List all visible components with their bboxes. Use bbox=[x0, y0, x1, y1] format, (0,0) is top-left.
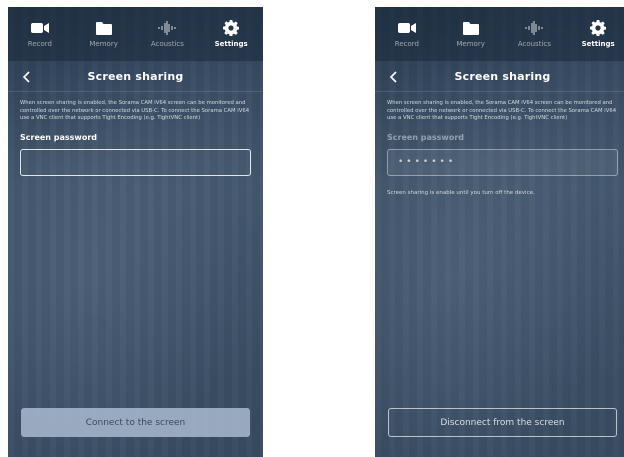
top-nav-bar: Record Memory Acoustics Settings bbox=[8, 7, 263, 62]
nav-settings[interactable]: Settings bbox=[199, 7, 263, 61]
disconnect-button[interactable]: Disconnect from the screen bbox=[388, 408, 617, 437]
waveform-icon bbox=[525, 20, 543, 36]
sharing-status-note: Screen sharing is enable until you turn … bbox=[387, 189, 535, 196]
connect-button[interactable]: Connect to the screen bbox=[21, 408, 250, 437]
chevron-left-icon bbox=[389, 68, 397, 87]
waveform-icon bbox=[158, 20, 176, 36]
screen-sharing-panel-disconnected: Record Memory Acoustics Settings Screen … bbox=[8, 7, 263, 457]
nav-memory-label: Memory bbox=[456, 40, 485, 48]
password-label: Screen password bbox=[20, 132, 97, 142]
chevron-left-icon bbox=[22, 68, 30, 87]
description-text: When screen sharing is enabled, the Sora… bbox=[387, 100, 617, 122]
nav-acoustics[interactable]: Acoustics bbox=[136, 7, 200, 61]
nav-memory[interactable]: Memory bbox=[439, 7, 503, 61]
folder-icon bbox=[462, 20, 479, 36]
folder-icon bbox=[95, 20, 112, 36]
nav-settings-label: Settings bbox=[581, 40, 615, 48]
nav-record[interactable]: Record bbox=[375, 7, 439, 61]
top-nav-bar: Record Memory Acoustics Settings bbox=[375, 7, 624, 62]
nav-record-label: Record bbox=[394, 40, 419, 48]
description-text: When screen sharing is enabled, the Sora… bbox=[20, 100, 250, 122]
nav-settings[interactable]: Settings bbox=[566, 7, 624, 61]
password-label: Screen password bbox=[387, 132, 464, 142]
nav-memory-label: Memory bbox=[89, 40, 118, 48]
back-button[interactable] bbox=[385, 69, 401, 85]
header-bar: Screen sharing bbox=[375, 62, 624, 92]
header-bar: Screen sharing bbox=[8, 62, 263, 92]
nav-settings-label: Settings bbox=[214, 40, 248, 48]
nav-record[interactable]: Record bbox=[8, 7, 72, 61]
back-button[interactable] bbox=[18, 69, 34, 85]
nav-acoustics-label: Acoustics bbox=[150, 40, 184, 48]
password-input[interactable] bbox=[20, 148, 251, 176]
password-input: ••••••• bbox=[387, 148, 618, 176]
gear-icon bbox=[223, 20, 240, 36]
nav-acoustics[interactable]: Acoustics bbox=[503, 7, 567, 61]
gear-icon bbox=[590, 20, 607, 36]
page-title: Screen sharing bbox=[454, 70, 551, 83]
page-title: Screen sharing bbox=[87, 70, 184, 83]
nav-record-label: Record bbox=[27, 40, 52, 48]
video-camera-icon bbox=[397, 20, 416, 36]
video-camera-icon bbox=[30, 20, 49, 36]
nav-acoustics-label: Acoustics bbox=[517, 40, 551, 48]
nav-memory[interactable]: Memory bbox=[72, 7, 136, 61]
screen-sharing-panel-connected: Record Memory Acoustics Settings Screen … bbox=[375, 7, 624, 457]
